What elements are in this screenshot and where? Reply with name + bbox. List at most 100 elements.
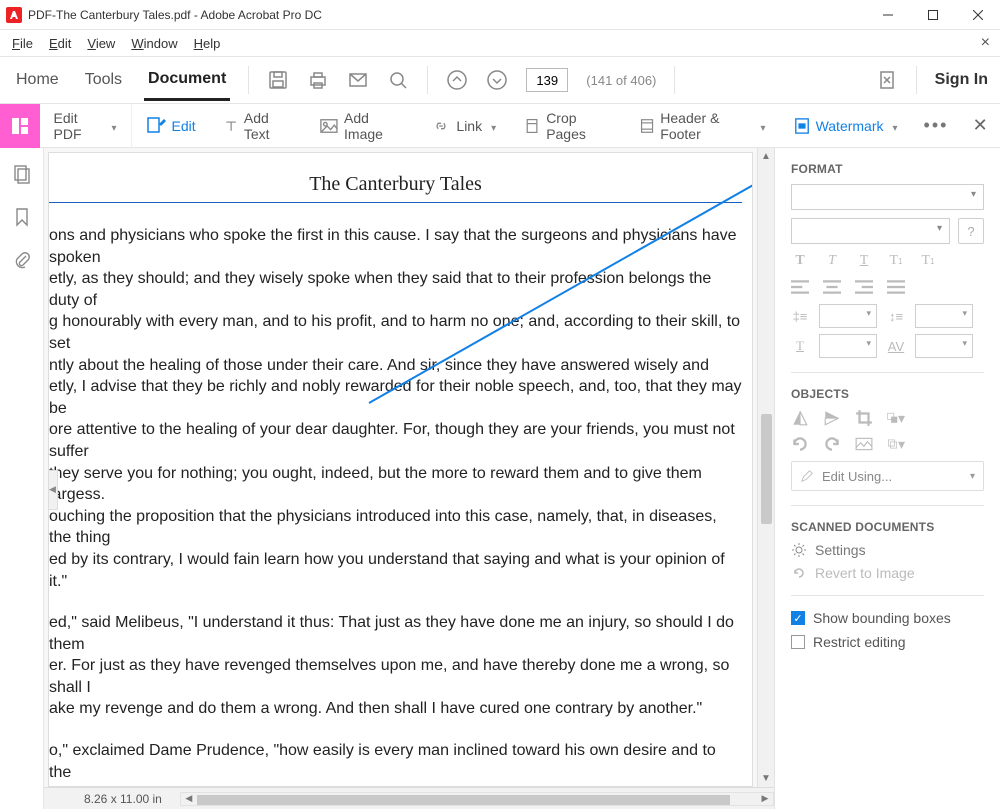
document-title: The Canterbury Tales <box>49 173 742 203</box>
align-justify-icon[interactable] <box>887 278 905 296</box>
settings-button[interactable]: Settings <box>791 542 984 558</box>
restrict-editing-checkbox[interactable]: Restrict editing <box>791 634 984 650</box>
nav-home[interactable]: Home <box>12 71 63 89</box>
paragraph-spacing-icon: ↕≡ <box>887 309 905 324</box>
edit-pdf-tool-icon[interactable] <box>0 104 40 148</box>
close-button[interactable] <box>955 0 1000 30</box>
scanned-heading: SCANNED DOCUMENTS <box>791 520 984 534</box>
status-bar: 8.26 x 11.00 in ◀ ▶ <box>44 787 774 809</box>
left-sidebar <box>0 148 44 809</box>
pdf-page[interactable]: The Canterbury Tales ons and physicians … <box>48 152 753 787</box>
page-up-icon[interactable] <box>446 69 468 91</box>
char-spacing-icon: AV <box>887 339 905 354</box>
header-footer-dropdown[interactable]: Header & Footer <box>626 104 779 148</box>
menu-file[interactable]: File <box>4 34 41 53</box>
arrange-icon[interactable]: ▾ <box>887 409 905 427</box>
underline-icon[interactable]: T <box>855 252 873 270</box>
edit-pdf-dropdown[interactable]: Edit PDF <box>40 104 132 148</box>
rotate-cw-icon[interactable] <box>823 435 841 453</box>
show-bounding-boxes-checkbox[interactable]: ✓ Show bounding boxes <box>791 610 984 626</box>
page-count: (141 of 406) <box>586 73 656 88</box>
scroll-left-icon[interactable]: ◀ <box>181 793 197 805</box>
title-bar: PDF-The Canterbury Tales.pdf - Adobe Acr… <box>0 0 1000 30</box>
scroll-down-icon[interactable]: ▼ <box>758 770 774 787</box>
font-family-select[interactable] <box>791 184 984 210</box>
align-right-icon[interactable] <box>855 278 873 296</box>
scroll-thumb[interactable] <box>761 414 772 524</box>
bold-icon[interactable]: T <box>791 252 809 270</box>
app-icon <box>6 7 22 23</box>
menu-help[interactable]: Help <box>186 34 229 53</box>
scroll-up-icon[interactable]: ▲ <box>758 148 774 165</box>
color-help-icon[interactable]: ? <box>958 218 984 244</box>
crop-button[interactable]: Crop Pages <box>510 104 626 148</box>
attachment-icon[interactable] <box>12 250 32 275</box>
mail-icon[interactable] <box>347 69 369 91</box>
add-image-button[interactable]: Add Image <box>306 104 418 148</box>
panel-close-icon[interactable]: × <box>981 34 990 52</box>
thumbnails-icon[interactable] <box>12 164 32 189</box>
subscript-icon[interactable]: T1 <box>919 252 937 270</box>
watermark-dropdown[interactable]: Watermark <box>780 104 912 148</box>
rotate-ccw-icon[interactable] <box>791 435 809 453</box>
char-spacing-select[interactable] <box>915 334 973 358</box>
italic-icon[interactable]: T <box>823 252 841 270</box>
document-area: The Canterbury Tales ons and physicians … <box>44 148 774 809</box>
search-icon[interactable] <box>387 69 409 91</box>
page-down-icon[interactable] <box>486 69 508 91</box>
more-tools-icon[interactable]: ••• <box>912 115 961 136</box>
add-text-button[interactable]: Add Text <box>210 104 307 148</box>
line-spacing-icon: ‡≡ <box>791 309 809 324</box>
horizontal-scrollbar[interactable]: ◀ ▶ <box>180 792 774 806</box>
paragraph-1: ons and physicians who spoke the first i… <box>49 225 742 592</box>
format-heading: FORMAT <box>791 162 984 176</box>
align-center-icon[interactable] <box>823 278 841 296</box>
edit-toolbar: Edit PDF Edit Add Text Add Image Link Cr… <box>0 104 1000 148</box>
paragraph-2: ed," said Melibeus, "I understand it thu… <box>49 612 742 720</box>
edit-using-dropdown[interactable]: Edit Using... <box>791 461 984 491</box>
window-title: PDF-The Canterbury Tales.pdf - Adobe Acr… <box>28 8 865 22</box>
collapse-sidebar-icon[interactable]: ◀ <box>48 470 58 510</box>
revert-button[interactable]: Revert to Image <box>791 565 984 581</box>
checkbox-unchecked-icon <box>791 635 805 649</box>
flip-vertical-icon[interactable] <box>823 409 841 427</box>
crop-object-icon[interactable] <box>855 409 873 427</box>
nav-document[interactable]: Document <box>144 70 230 101</box>
horizontal-scale-select[interactable] <box>819 334 877 358</box>
bookmark-icon[interactable] <box>12 207 32 232</box>
line-spacing-select[interactable] <box>819 304 877 328</box>
flip-horizontal-icon[interactable] <box>791 409 809 427</box>
paragraph-spacing-select[interactable] <box>915 304 973 328</box>
replace-image-icon[interactable] <box>855 435 873 453</box>
menu-bar: File Edit View Window Help × <box>0 30 1000 56</box>
more-objects-icon[interactable]: ▾ <box>887 435 905 453</box>
minimize-button[interactable] <box>865 0 910 30</box>
horizontal-scale-icon: T <box>791 338 809 354</box>
paragraph-3: o," exclaimed Dame Prudence, "how easily… <box>49 740 742 787</box>
align-left-icon[interactable] <box>791 278 809 296</box>
sign-in-link[interactable]: Sign In <box>935 71 988 89</box>
link-dropdown[interactable]: Link <box>418 104 510 148</box>
main-toolbar: Home Tools Document (141 of 406) Sign In <box>0 56 1000 104</box>
format-panel: FORMAT ? T T T T1 T1 ‡≡ ↕≡ T AV <box>774 148 1000 809</box>
maximize-button[interactable] <box>910 0 955 30</box>
hscroll-thumb[interactable] <box>197 795 730 805</box>
font-size-select[interactable] <box>791 218 950 244</box>
print-icon[interactable] <box>307 69 329 91</box>
checkbox-checked-icon: ✓ <box>791 611 805 625</box>
menu-view[interactable]: View <box>79 34 123 53</box>
scroll-right-icon[interactable]: ▶ <box>757 793 773 805</box>
menu-edit[interactable]: Edit <box>41 34 79 53</box>
vertical-scrollbar[interactable]: ▲ ▼ <box>757 148 774 787</box>
page-number-input[interactable] <box>526 68 568 92</box>
edit-button[interactable]: Edit <box>132 104 210 148</box>
close-editbar-icon[interactable]: ✕ <box>960 115 1000 136</box>
page-dimensions: 8.26 x 11.00 in <box>84 792 162 806</box>
save-icon[interactable] <box>267 69 289 91</box>
superscript-icon[interactable]: T1 <box>887 252 905 270</box>
document-body: ons and physicians who spoke the first i… <box>49 225 742 787</box>
objects-heading: OBJECTS <box>791 387 984 401</box>
doc-error-icon[interactable] <box>876 69 898 91</box>
nav-tools[interactable]: Tools <box>81 71 126 89</box>
menu-window[interactable]: Window <box>123 34 185 53</box>
